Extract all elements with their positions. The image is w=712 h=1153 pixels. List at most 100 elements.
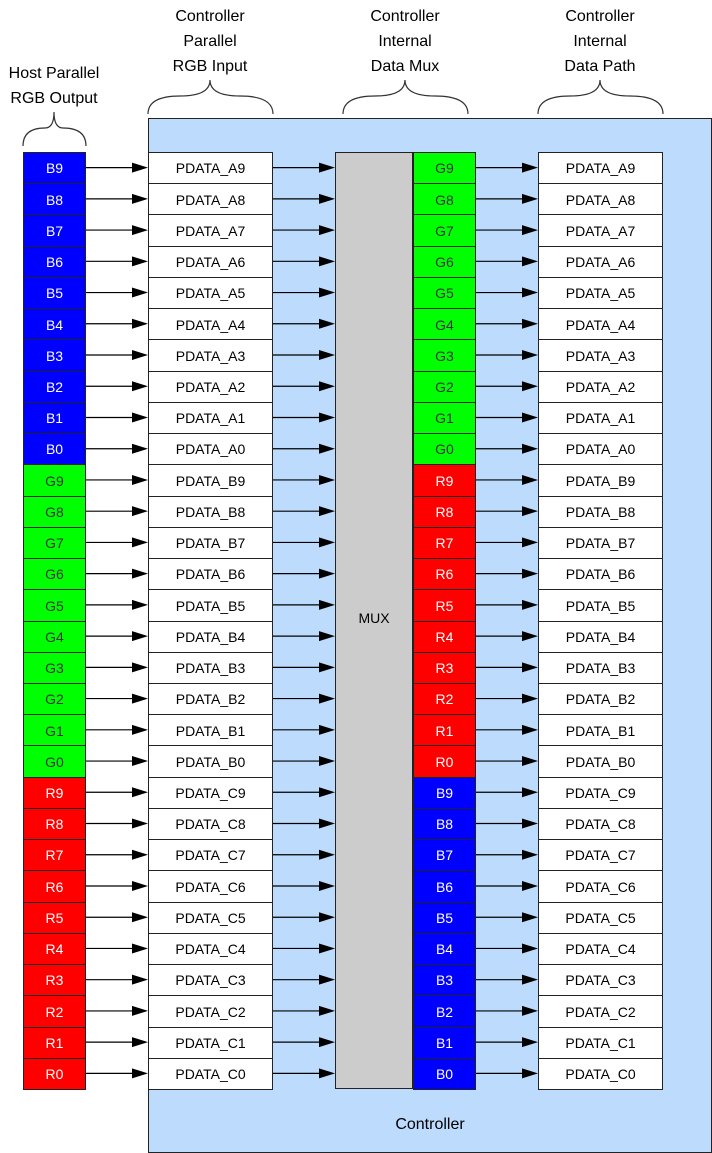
host-output-cell: B1 <box>23 401 86 435</box>
input-cell: PDATA_A5 <box>148 276 273 310</box>
signal-arrow <box>86 474 148 485</box>
data-path-cell: PDATA_B9 <box>538 464 663 498</box>
signal-arrow <box>86 880 148 891</box>
data-path-cell: PDATA_B2 <box>538 682 663 716</box>
signal-arrow <box>86 287 148 298</box>
mux-block: MUX <box>335 152 413 1089</box>
input-cell: PDATA_C9 <box>148 776 273 810</box>
host-output-cell: B2 <box>23 370 86 404</box>
input-cell: PDATA_C2 <box>148 995 273 1029</box>
host-output-cell: R0 <box>23 1057 86 1091</box>
host-output-cell: B9 <box>23 152 86 185</box>
input-cell: PDATA_B7 <box>148 526 273 560</box>
mux-output-cell: B3 <box>413 964 476 997</box>
data-path-cell: PDATA_A4 <box>538 308 663 341</box>
host-output-cell: B8 <box>23 183 86 216</box>
host-output-cell: B4 <box>23 308 86 341</box>
input-cell: PDATA_C4 <box>148 932 273 966</box>
signal-arrow <box>476 318 538 329</box>
input-cell: PDATA_A3 <box>148 339 273 373</box>
host-output-cell: G2 <box>23 682 86 716</box>
signal-arrow <box>273 693 335 704</box>
mux-output-cell: R6 <box>413 558 476 591</box>
signal-arrow <box>273 225 335 236</box>
signal-arrow <box>86 162 148 173</box>
signal-arrow <box>86 631 148 642</box>
signal-arrow <box>476 880 538 891</box>
mux-output-cell: G1 <box>413 401 476 435</box>
host-output-cell: R8 <box>23 807 86 841</box>
host-output-cell: R5 <box>23 901 86 935</box>
input-cell: PDATA_B6 <box>148 558 273 591</box>
mux-output-cell: G8 <box>413 183 476 216</box>
signal-arrow <box>86 1068 148 1079</box>
signal-arrow <box>476 412 538 423</box>
host-output-cell: R1 <box>23 1026 86 1060</box>
mux-output-cell: R1 <box>413 714 476 747</box>
signal-arrow <box>273 787 335 798</box>
mux-output-cell: R7 <box>413 526 476 560</box>
signal-arrow <box>273 912 335 923</box>
signal-arrow <box>273 974 335 985</box>
mux-output-cell: G2 <box>413 370 476 404</box>
signal-arrow <box>273 1068 335 1079</box>
signal-arrow <box>476 787 538 798</box>
signal-arrow <box>273 537 335 548</box>
mux-output-cell: R3 <box>413 651 476 685</box>
host-output-cell: G6 <box>23 558 86 591</box>
input-cell: PDATA_A1 <box>148 401 273 435</box>
signal-arrow <box>86 912 148 923</box>
input-cell: PDATA_A7 <box>148 214 273 248</box>
data-path-cell: PDATA_A0 <box>538 433 663 466</box>
signal-arrow <box>476 599 538 610</box>
host-output-cell: G7 <box>23 526 86 560</box>
signal-arrow <box>476 381 538 392</box>
signal-arrow <box>273 506 335 517</box>
signal-arrow <box>86 537 148 548</box>
signal-arrow <box>476 1037 538 1048</box>
signal-arrow <box>476 474 538 485</box>
mux-output-cell: B0 <box>413 1057 476 1091</box>
data-path-cell: PDATA_C7 <box>538 839 663 872</box>
brace-input <box>147 79 274 115</box>
data-path-cell: PDATA_B6 <box>538 558 663 591</box>
host-output-cell: R3 <box>23 964 86 997</box>
signal-arrow <box>86 943 148 954</box>
data-path-cell: PDATA_A5 <box>538 276 663 310</box>
mux-output-cell: R2 <box>413 682 476 716</box>
signal-arrow <box>476 1005 538 1016</box>
signal-arrow <box>86 350 148 361</box>
signal-arrow <box>273 880 335 891</box>
signal-arrow <box>86 693 148 704</box>
signal-arrow <box>273 568 335 579</box>
mux-output-cell: B8 <box>413 807 476 841</box>
signal-arrow <box>86 756 148 767</box>
host-output-cell: R4 <box>23 932 86 966</box>
signal-arrow <box>86 412 148 423</box>
signal-arrow <box>273 943 335 954</box>
mux-output-cell: R4 <box>413 620 476 654</box>
mux-output-cell: B2 <box>413 995 476 1029</box>
host-output-cell: G4 <box>23 620 86 654</box>
mux-output-cell: B5 <box>413 901 476 935</box>
input-cell: PDATA_B1 <box>148 714 273 747</box>
signal-arrow <box>476 537 538 548</box>
signal-arrow <box>476 631 538 642</box>
signal-arrow <box>476 193 538 204</box>
signal-arrow <box>476 943 538 954</box>
signal-arrow <box>86 381 148 392</box>
signal-arrow <box>273 1037 335 1048</box>
signal-arrow <box>273 287 335 298</box>
brace-host <box>22 111 87 147</box>
mux-output-cell: R8 <box>413 495 476 529</box>
host-output-cell: R7 <box>23 839 86 872</box>
signal-arrow <box>273 318 335 329</box>
brace-path <box>537 79 664 115</box>
host-output-cell: B3 <box>23 339 86 373</box>
signal-arrow <box>86 1037 148 1048</box>
data-path-cell: PDATA_C5 <box>538 901 663 935</box>
signal-arrow <box>86 787 148 798</box>
signal-arrow <box>273 631 335 642</box>
data-path-cell: PDATA_B3 <box>538 651 663 685</box>
signal-arrow <box>273 724 335 735</box>
